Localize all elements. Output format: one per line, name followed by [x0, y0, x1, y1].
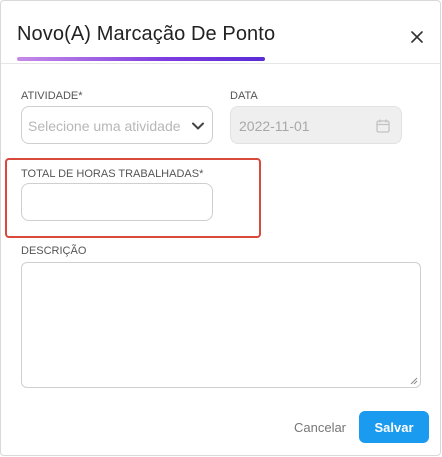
- modal-title: Novo(A) Marcação De Ponto: [17, 23, 276, 45]
- date-value: 2022-11-01: [239, 118, 310, 134]
- date-label: DATA: [230, 90, 258, 102]
- calendar-icon: [376, 119, 390, 133]
- resize-grip-icon[interactable]: [409, 376, 418, 385]
- modal-dialog: Novo(A) Marcação De Ponto ATIVIDADE* Sel…: [0, 0, 441, 456]
- activity-select[interactable]: Selecione uma atividade: [21, 106, 213, 144]
- save-button[interactable]: Salvar: [359, 411, 429, 443]
- activity-placeholder: Selecione uma atividade: [28, 118, 181, 134]
- header-divider: [1, 63, 440, 64]
- close-icon: [411, 31, 423, 43]
- chevron-down-icon: [192, 122, 204, 130]
- hours-input[interactable]: [21, 183, 213, 221]
- date-field: 2022-11-01: [230, 106, 402, 144]
- activity-label: ATIVIDADE*: [21, 90, 83, 102]
- close-button[interactable]: [407, 27, 427, 47]
- title-underline: [17, 57, 265, 61]
- cancel-button[interactable]: Cancelar: [289, 413, 351, 441]
- description-label: DESCRIÇÃO: [21, 245, 87, 257]
- description-textarea[interactable]: [21, 262, 421, 388]
- hours-label: TOTAL DE HORAS TRABALHADAS*: [21, 168, 204, 180]
